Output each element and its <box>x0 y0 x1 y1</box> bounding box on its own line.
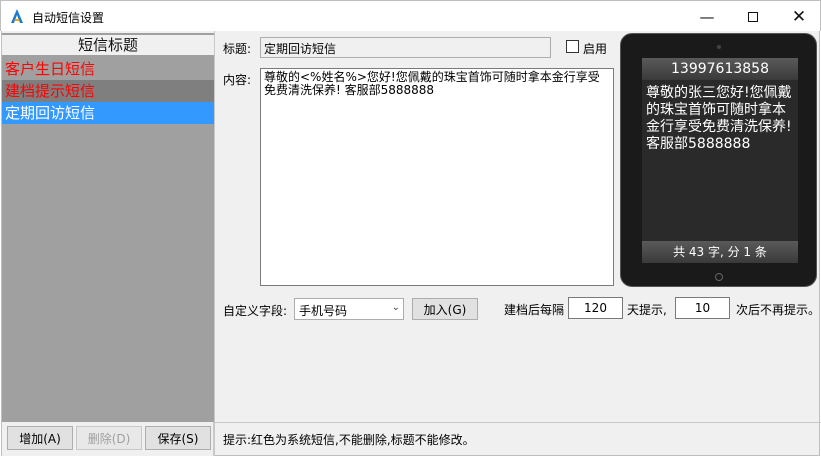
remind-times-input[interactable]: 10 <box>675 297 730 319</box>
list-header: 短信标题 <box>2 35 214 55</box>
custom-field-label: 自定义字段: <box>223 304 288 318</box>
list-button-bar: 增加(A) 删除(D) 保存(S) <box>2 422 214 456</box>
sms-list-panel[interactable]: 短信标题 客户生日短信 建档提示短信 定期回访短信 <box>2 33 214 422</box>
list-item-archive[interactable]: 建档提示短信 <box>2 80 214 102</box>
days-remind-label: 天提示, <box>627 303 667 317</box>
close-icon: ✕ <box>791 6 807 27</box>
phone-screen: 13997613858 尊敬的张三您好!您佩戴的珠宝首饰可随时拿本金行享受免费清… <box>642 58 798 263</box>
chevron-down-icon: ⌄ <box>391 302 400 313</box>
minimize-button[interactable]: — <box>684 1 730 32</box>
interval-days-input[interactable]: 120 <box>568 297 623 319</box>
app-logo-icon <box>11 9 23 23</box>
content-textarea[interactable]: 尊敬的<%姓名%>您好!您佩戴的珠宝首饰可随时拿本金行享受免费清洗保养! 客服部… <box>260 68 614 286</box>
client-area: 短信标题 客户生日短信 建档提示短信 定期回访短信 增加(A) 删除(D) 保存… <box>1 31 821 456</box>
maximize-icon <box>748 11 758 22</box>
minimize-icon: — <box>699 7 715 26</box>
home-button-icon <box>715 273 723 281</box>
window-titlebar: 自动短信设置 — ✕ <box>0 0 821 31</box>
preview-stats: 共 43 字, 分 1 条 <box>642 241 798 263</box>
hint-text: 提示:红色为系统短信,不能删除,标题不能修改。 <box>223 433 475 447</box>
enable-label: 启用 <box>583 42 608 56</box>
no-more-label: 次后不再提示。 <box>736 303 821 317</box>
title-label: 标题: <box>223 42 252 56</box>
content-label: 内容: <box>223 73 252 87</box>
custom-field-value: 手机号码 <box>299 304 348 318</box>
custom-field-select[interactable]: 手机号码 ⌄ <box>294 298 404 320</box>
camera-icon <box>717 45 721 49</box>
window-title: 自动短信设置 <box>32 11 105 25</box>
panel-divider <box>214 31 215 456</box>
maximize-button[interactable] <box>730 1 776 32</box>
add-button[interactable]: 增加(A) <box>7 426 73 450</box>
insert-button[interactable]: 加入(G) <box>412 298 478 320</box>
list-item-birthday[interactable]: 客户生日短信 <box>2 58 214 80</box>
hint-divider <box>215 422 821 423</box>
preview-phone-number: 13997613858 <box>642 58 798 80</box>
delete-button[interactable]: 删除(D) <box>76 426 142 450</box>
enable-checkbox[interactable] <box>566 40 579 53</box>
list-item-revisit[interactable]: 定期回访短信 <box>2 102 214 124</box>
interval-label: 建档后每隔 <box>504 303 565 317</box>
save-button[interactable]: 保存(S) <box>145 426 211 450</box>
phone-preview: 13997613858 尊敬的张三您好!您佩戴的珠宝首饰可随时拿本金行享受免费清… <box>620 33 817 287</box>
preview-message: 尊敬的张三您好!您佩戴的珠宝首饰可随时拿本金行享受免费清洗保养! 客服部5888… <box>646 85 792 152</box>
close-button[interactable]: ✕ <box>776 1 821 32</box>
title-input[interactable]: 定期回访短信 <box>260 37 551 58</box>
